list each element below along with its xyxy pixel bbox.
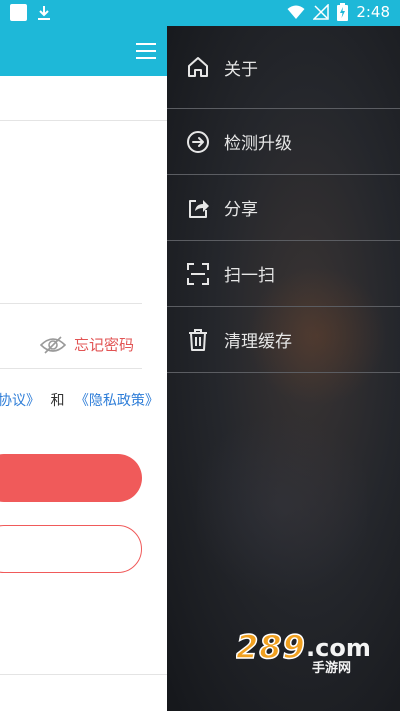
status-time: 2:48 [356, 3, 390, 21]
drawer-item-check-update[interactable]: 检测升级 [167, 109, 400, 175]
drawer-item-label: 检测升级 [224, 134, 292, 154]
password-row: 忘记密码 [40, 334, 134, 355]
menu-icon[interactable] [134, 40, 158, 62]
forgot-password-link[interactable]: 忘记密码 [74, 334, 134, 355]
battery-charging-icon [337, 3, 349, 21]
arrow-right-circle-icon [187, 130, 209, 153]
watermark-tld: .com [306, 634, 371, 662]
drawer-item-share[interactable]: 分享 [167, 175, 400, 241]
bottom-divider [0, 674, 167, 675]
user-agreement-link[interactable]: 协议》 [0, 393, 40, 409]
download-icon [38, 5, 50, 20]
register-button[interactable] [0, 525, 142, 573]
wifi-icon [287, 5, 305, 19]
home-icon [188, 57, 208, 77]
scan-icon [187, 262, 209, 285]
drawer-item-label: 清理缓存 [224, 332, 292, 352]
drawer-item-label: 扫一扫 [224, 266, 275, 286]
divider [0, 120, 167, 121]
side-drawer: 关于 检测升级 分享 扫一扫 清理缓存 [167, 26, 400, 711]
drawer-item-about[interactable]: 关于 [167, 26, 400, 109]
status-bar: 2:48 [0, 0, 400, 26]
drawer-item-clear-cache[interactable]: 清理缓存 [167, 307, 400, 373]
watermark-sub: 手游网 [312, 660, 351, 675]
privacy-policy-link[interactable]: 《隐私政策》 [75, 393, 159, 409]
share-icon [189, 199, 209, 218]
trash-icon [189, 328, 207, 351]
site-watermark-logo: 289 .com 手游网 [235, 627, 381, 676]
password-field-underline[interactable] [0, 368, 142, 369]
signal-off-icon [313, 4, 330, 20]
agreement-text: 协议》 和 《隐私政策》 [0, 390, 159, 410]
agreement-and: 和 [50, 393, 65, 409]
watermark-brand: 289 [236, 630, 306, 666]
drawer-item-scan[interactable]: 扫一扫 [167, 241, 400, 307]
username-field-underline[interactable] [0, 303, 142, 304]
login-button[interactable] [0, 454, 142, 502]
eye-off-icon[interactable] [40, 335, 66, 355]
app-notification-icon [10, 4, 27, 21]
drawer-item-label: 关于 [224, 59, 258, 80]
drawer-item-label: 分享 [224, 200, 258, 220]
